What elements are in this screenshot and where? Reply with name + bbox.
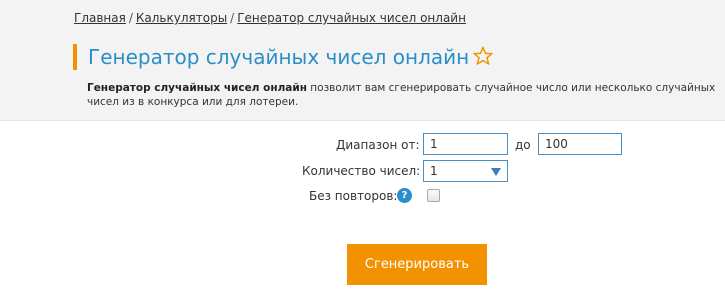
breadcrumb-home-link[interactable]: Главная xyxy=(74,11,126,25)
breadcrumb-separator: / xyxy=(230,11,235,25)
description-bold: Генератор случайных чисел онлайн xyxy=(87,82,307,94)
breadcrumb-calculators-link[interactable]: Калькуляторы xyxy=(136,11,227,25)
generate-button[interactable]: Сгенерировать xyxy=(347,244,487,285)
chevron-down-icon xyxy=(491,168,501,176)
breadcrumb-separator: / xyxy=(128,11,133,25)
header-area: Главная / Калькуляторы / Генератор случайных… xyxy=(0,0,725,121)
star-icon[interactable] xyxy=(472,45,494,67)
page-title: Генератор случайных чисел онлайн xyxy=(88,45,470,69)
count-label: Количество чисел: xyxy=(302,164,421,178)
count-select[interactable]: 1 xyxy=(423,160,508,182)
range-from-input[interactable] xyxy=(423,133,508,155)
page-description: Генератор случайных чисел онлайн позволи… xyxy=(87,81,725,109)
title-accent-bar xyxy=(73,44,77,70)
help-icon[interactable]: ? xyxy=(397,188,412,203)
range-to-label: до xyxy=(515,138,531,152)
breadcrumb-current-link[interactable]: Генератор случайных чисел онлайн xyxy=(237,11,466,25)
count-select-value: 1 xyxy=(430,164,438,178)
breadcrumb: Главная / Калькуляторы / Генератор случайных… xyxy=(74,11,466,25)
no-repeat-checkbox[interactable] xyxy=(427,189,440,202)
no-repeat-label: Без повторов: xyxy=(309,189,398,203)
range-to-input[interactable] xyxy=(538,133,622,155)
range-from-label: Диапазон от: xyxy=(336,138,420,152)
